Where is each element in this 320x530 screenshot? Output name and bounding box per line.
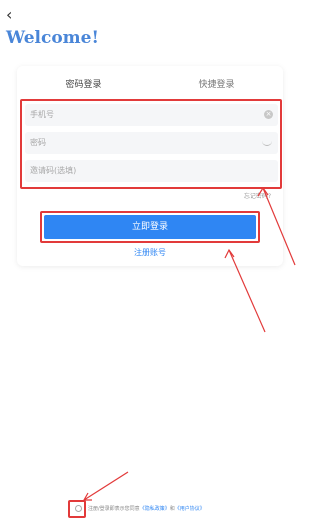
register-link[interactable]: 注册账号 (17, 247, 283, 258)
login-highlight-frame: 立即登录 (40, 211, 260, 243)
agreement-checkbox[interactable] (75, 505, 82, 512)
arrow-head-checkbox (82, 492, 92, 501)
invite-code-field[interactable]: 邀请码(选填) (25, 160, 278, 182)
back-button[interactable]: ‹ (6, 6, 26, 24)
phone-placeholder: 手机号 (30, 110, 54, 119)
agreement-text: 注册/登录即表示您同意《隐私政策》和《用户协议》 (88, 505, 205, 512)
arrow-to-checkbox (83, 471, 129, 501)
clear-icon[interactable]: × (264, 110, 273, 119)
forgot-password-link[interactable]: 忘记密码? (244, 191, 271, 200)
phone-field[interactable]: 手机号 × (25, 104, 278, 126)
password-field[interactable]: 密码 (25, 132, 278, 154)
tab-quick-login[interactable]: 快捷登录 (150, 74, 283, 96)
password-placeholder: 密码 (30, 138, 46, 147)
invite-placeholder: 邀请码(选填) (30, 166, 77, 175)
chevron-left-icon: ‹ (6, 5, 13, 24)
login-button[interactable]: 立即登录 (44, 215, 256, 239)
agreement-prefix: 注册/登录即表示您同意 (88, 506, 140, 512)
tab-password-login[interactable]: 密码登录 (17, 74, 150, 96)
inputs-highlight-frame: 手机号 × 密码 邀请码(选填) (20, 99, 282, 189)
privacy-policy-link[interactable]: 《隐私政策》 (140, 506, 170, 512)
welcome-title: Welcome! (6, 28, 99, 48)
login-card: 密码登录 快捷登录 手机号 × 密码 邀请码(选填) 忘记密码? 立即登录 注册… (17, 66, 283, 266)
user-agreement-link[interactable]: 《用户协议》 (175, 506, 205, 512)
login-tabs: 密码登录 快捷登录 (17, 74, 283, 96)
eye-closed-icon[interactable] (262, 141, 272, 146)
